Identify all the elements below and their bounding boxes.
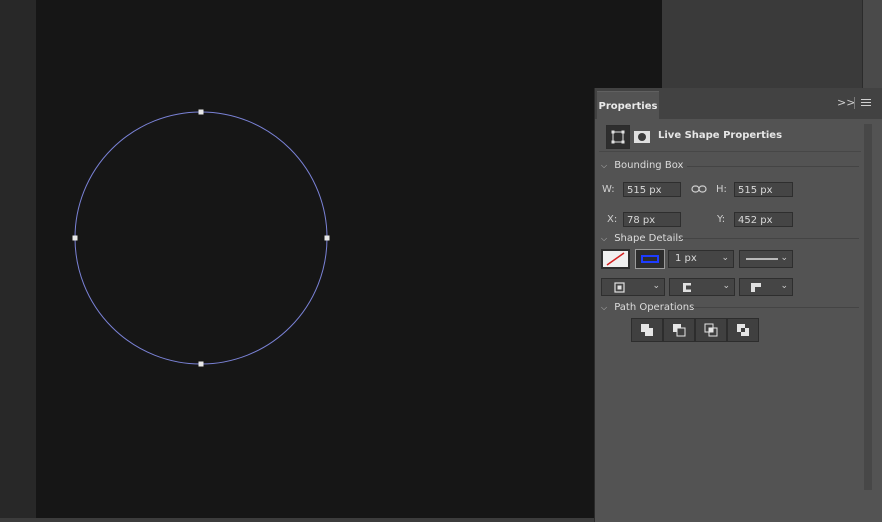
bounding-box-divider — [687, 166, 859, 167]
path-operations-title: Path Operations — [614, 302, 695, 313]
header-divider — [599, 151, 861, 152]
bounding-box-section-toggle[interactable]: ⌵ Bounding Box — [601, 160, 683, 172]
mask-icon — [634, 131, 650, 143]
canvas-artwork[interactable] — [36, 0, 662, 518]
anchor-right[interactable] — [324, 235, 330, 241]
subtract-front-shape-button[interactable] — [663, 318, 695, 342]
width-field[interactable]: 515 px — [623, 182, 681, 197]
bounding-shape-icon — [611, 130, 625, 144]
chevron-down-icon: ⌄ — [780, 253, 788, 263]
path-operations-section-toggle[interactable]: ⌵ Path Operations — [601, 302, 694, 314]
exclude-overlapping-shapes-icon — [737, 324, 749, 336]
stroke-type-dropdown[interactable]: ⌄ — [739, 250, 793, 268]
combine-shapes-button[interactable] — [631, 318, 663, 342]
chevron-down-icon: ⌵ — [601, 234, 608, 243]
height-field[interactable]: 515 px — [734, 182, 793, 197]
chevron-down-icon: ⌄ — [722, 281, 730, 291]
exclude-overlapping-shapes-button[interactable] — [727, 318, 759, 342]
live-shape-icon-button[interactable] — [606, 125, 630, 149]
mask-icon-button[interactable] — [630, 125, 654, 149]
shape-details-divider — [681, 238, 859, 239]
link-proportions-icon[interactable] — [691, 184, 707, 194]
x-label: X: — [607, 214, 618, 225]
intersect-shape-areas-icon — [704, 323, 718, 337]
subtract-front-shape-icon — [673, 324, 686, 337]
width-label: W: — [602, 184, 615, 195]
x-position-field[interactable]: 78 px — [623, 212, 681, 227]
intersect-shape-areas-button[interactable] — [695, 318, 727, 342]
height-label: H: — [716, 184, 727, 195]
combine-shapes-icon — [641, 324, 653, 336]
chevron-down-icon: ⌵ — [601, 303, 608, 312]
shape-details-section-toggle[interactable]: ⌵ Shape Details — [601, 233, 683, 245]
chevron-down-icon: ⌵ — [601, 161, 608, 170]
y-position-field[interactable]: 452 px — [734, 212, 793, 227]
stroke-corners-dropdown[interactable]: ⌄ — [739, 278, 793, 296]
stroke-color-swatch[interactable] — [635, 249, 665, 269]
panel-dock-strip — [862, 0, 882, 90]
y-label: Y: — [717, 214, 726, 225]
left-gutter — [0, 0, 36, 522]
panel-scrollbar[interactable] — [864, 124, 872, 490]
bounding-box-title: Bounding Box — [614, 160, 684, 171]
anchor-left[interactable] — [72, 235, 78, 241]
chevron-down-icon: ⌄ — [652, 281, 660, 291]
anchor-top[interactable] — [198, 109, 204, 115]
stroke-caps-dropdown[interactable]: ⌄ — [669, 278, 735, 296]
chevron-down-icon: ⌄ — [780, 281, 788, 291]
stroke-corners-icon — [751, 283, 761, 292]
solid-line-icon — [746, 258, 778, 260]
chevron-down-icon: ⌄ — [721, 253, 729, 263]
no-fill-icon — [606, 252, 625, 266]
anchor-bottom[interactable] — [198, 361, 204, 367]
fill-color-swatch[interactable] — [601, 249, 630, 269]
properties-panel: Properties >> Live Shape Properties ⌵ Bo… — [594, 88, 882, 522]
tab-separator — [854, 97, 855, 109]
stroke-width-dropdown[interactable]: 1 px ⌄ — [668, 250, 734, 268]
stroke-caps-icon — [683, 283, 693, 292]
stroke-swatch-icon — [641, 255, 659, 263]
path-operations-divider — [693, 307, 859, 308]
ellipse-shape-path[interactable] — [74, 111, 328, 365]
shape-details-title: Shape Details — [614, 233, 684, 244]
panel-tab-bar: Properties >> — [595, 88, 882, 121]
tab-properties[interactable]: Properties — [597, 91, 659, 121]
stroke-align-dropdown[interactable]: ⌄ — [601, 278, 665, 296]
stroke-align-icon — [614, 282, 625, 293]
panel-menu-icon[interactable] — [861, 99, 871, 107]
live-shape-properties-title: Live Shape Properties — [658, 130, 783, 141]
stroke-width-value: 1 px — [675, 253, 697, 264]
collapse-panel-button[interactable]: >> — [837, 96, 855, 110]
